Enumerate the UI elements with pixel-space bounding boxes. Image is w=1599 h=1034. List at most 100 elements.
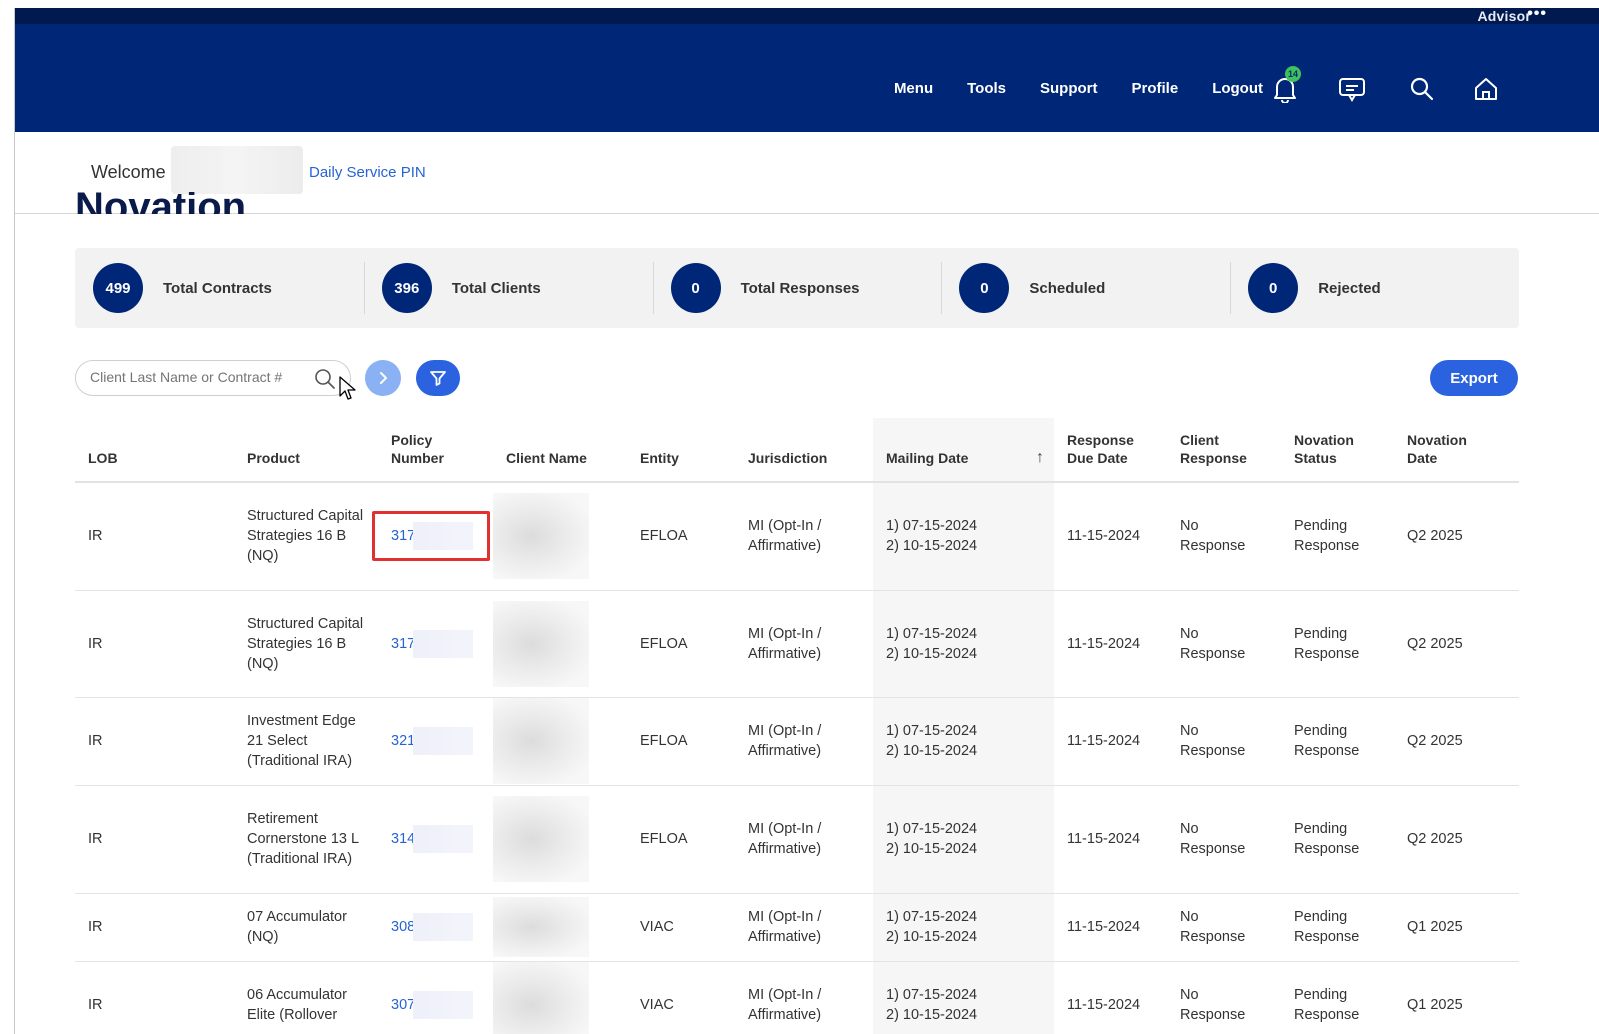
col-header-product[interactable]: Product [234, 418, 378, 483]
sort-ascending-icon[interactable]: ↑ [1036, 449, 1044, 467]
col-header-response-due-date[interactable]: Response Due Date [1054, 418, 1167, 483]
mailing-date-2: 2) 10-15-2024 [886, 538, 978, 555]
stat-rejected: 0 Rejected [1230, 248, 1519, 328]
nav-menu[interactable]: Menu [894, 80, 933, 97]
col-header-client-name[interactable]: Client Name [493, 418, 627, 483]
policy-number-link[interactable]: 321 [391, 733, 415, 749]
cell-policy-number: 307 [378, 961, 493, 1034]
novation-table: LOB Product Policy Number Client Name En… [75, 418, 1519, 1034]
cell-lob: IR [75, 482, 234, 591]
nav-profile[interactable]: Profile [1132, 80, 1179, 97]
client-name-redacted [493, 962, 589, 1034]
cell-jurisdiction: MI (Opt-In / Affirmative) [735, 482, 873, 591]
user-name-redacted [171, 146, 303, 194]
cell-novation-status: Pending Response [1281, 482, 1394, 591]
mailing-date-1: 1) 07-15-2024 [886, 987, 978, 1003]
stat-value: 396 [381, 263, 432, 313]
search-icon [1410, 77, 1434, 101]
cell-mailing-date: 1) 07-15-2024 2) 10-15-2024 [873, 697, 1054, 786]
cell-client-response: No Response [1167, 785, 1281, 894]
chevron-right-icon [380, 372, 387, 384]
nav-support[interactable]: Support [1040, 80, 1098, 97]
mailing-date-1: 1) 07-15-2024 [886, 723, 978, 739]
top-strip [15, 8, 1599, 24]
cell-product: Structured Capital Strategies 16 B (NQ) [234, 482, 378, 591]
cell-product: Structured Capital Strategies 16 B (NQ) [234, 590, 378, 698]
col-header-novation-date[interactable]: Novation Date [1394, 418, 1519, 483]
cell-jurisdiction: MI (Opt-In / Affirmative) [735, 785, 873, 894]
col-header-novation-status[interactable]: Novation Status [1281, 418, 1394, 483]
export-button[interactable]: Export [1430, 360, 1518, 396]
daily-service-pin-link[interactable]: Daily Service PIN [309, 164, 426, 181]
cell-novation-date: Q2 2025 [1394, 482, 1519, 591]
more-options-icon[interactable]: ••• [1527, 8, 1547, 23]
stat-value: 0 [1248, 263, 1299, 313]
policy-number-redacted [413, 727, 474, 755]
policy-number-link[interactable]: 307 [391, 997, 415, 1013]
table-row[interactable]: IR Structured Capital Strategies 16 B (N… [75, 590, 1519, 698]
cell-mailing-date: 1) 07-15-2024 2) 10-15-2024 [873, 590, 1054, 698]
col-header-entity[interactable]: Entity [627, 418, 735, 483]
cell-product: Retirement Cornerstone 13 L (Traditional… [234, 785, 378, 894]
cell-novation-status: Pending Response [1281, 961, 1394, 1034]
table-row[interactable]: IR Structured Capital Strategies 16 B (N… [75, 482, 1519, 591]
col-header-mailing-date-label: Mailing Date [886, 450, 969, 466]
stat-value: 0 [959, 263, 1010, 313]
home-button[interactable] [1469, 72, 1503, 106]
mailing-date-2: 2) 10-15-2024 [886, 841, 978, 857]
cell-response-due-date: 11-15-2024 [1054, 961, 1167, 1034]
messages-button[interactable] [1335, 72, 1369, 106]
policy-number-link[interactable]: 308 [391, 919, 415, 935]
cell-entity: EFLOA [627, 482, 735, 591]
cell-jurisdiction: MI (Opt-In / Affirmative) [735, 961, 873, 1034]
nav-tools[interactable]: Tools [967, 80, 1006, 97]
table-row[interactable]: IR 06 Accumulator Elite (Rollover 307 VI… [75, 961, 1519, 1034]
filter-button[interactable] [416, 360, 460, 396]
cell-response-due-date: 11-15-2024 [1054, 590, 1167, 698]
col-header-policy-number[interactable]: Policy Number [378, 418, 493, 483]
col-header-mailing-date[interactable]: ↑ Mailing Date [873, 418, 1054, 483]
search-submit-button[interactable] [365, 360, 401, 396]
table-row[interactable]: IR 07 Accumulator (NQ) 308 VIAC MI (Opt-… [75, 893, 1519, 962]
top-navigation-bar: Advisor ••• Menu Tools Support Profile L… [15, 8, 1599, 132]
cell-response-due-date: 11-15-2024 [1054, 482, 1167, 591]
nav-logout[interactable]: Logout [1212, 80, 1263, 97]
col-header-lob[interactable]: LOB [75, 418, 234, 483]
home-icon [1475, 78, 1497, 100]
cell-policy-number: 321 [378, 697, 493, 786]
cell-novation-status: Pending Response [1281, 785, 1394, 894]
table-row[interactable]: IR Retirement Cornerstone 13 L (Traditio… [75, 785, 1519, 894]
cell-novation-date: Q1 2025 [1394, 961, 1519, 1034]
search-input[interactable] [90, 369, 310, 385]
policy-number-link[interactable]: 314 [391, 831, 415, 847]
cell-response-due-date: 11-15-2024 [1054, 893, 1167, 962]
table-header-row: LOB Product Policy Number Client Name En… [75, 418, 1519, 483]
welcome-text: Welcome [91, 162, 166, 182]
cell-mailing-date: 1) 07-15-2024 2) 10-15-2024 [873, 482, 1054, 591]
cell-mailing-date: 1) 07-15-2024 2) 10-15-2024 [873, 893, 1054, 962]
chat-icon [1339, 78, 1365, 102]
table-row[interactable]: IR Investment Edge 21 Select (Traditiona… [75, 697, 1519, 786]
notifications-button[interactable]: 14 [1268, 66, 1302, 106]
mailing-date-1: 1) 07-15-2024 [886, 821, 978, 837]
client-name-redacted [493, 493, 589, 580]
role-label[interactable]: Advisor [1477, 8, 1531, 24]
col-header-jurisdiction[interactable]: Jurisdiction [735, 418, 873, 483]
cell-client-name [493, 590, 627, 698]
app-frame: Advisor ••• Menu Tools Support Profile L… [14, 8, 1599, 1034]
cell-lob: IR [75, 893, 234, 962]
search-button[interactable] [1405, 72, 1439, 106]
cell-client-name [493, 785, 627, 894]
stat-label: Rejected [1318, 279, 1381, 297]
filter-icon [430, 371, 446, 386]
stat-label: Total Responses [740, 279, 860, 297]
cell-mailing-date: 1) 07-15-2024 2) 10-15-2024 [873, 961, 1054, 1034]
policy-number-redacted [413, 629, 474, 658]
welcome-bar: Welcome Daily Service PIN [15, 132, 1599, 214]
policy-number-link[interactable]: 317 [391, 635, 415, 651]
cell-response-due-date: 11-15-2024 [1054, 697, 1167, 786]
client-name-redacted [493, 698, 589, 784]
policy-number-redacted [413, 913, 474, 941]
col-header-client-response[interactable]: Client Response [1167, 418, 1281, 483]
search-icon[interactable] [314, 368, 336, 390]
